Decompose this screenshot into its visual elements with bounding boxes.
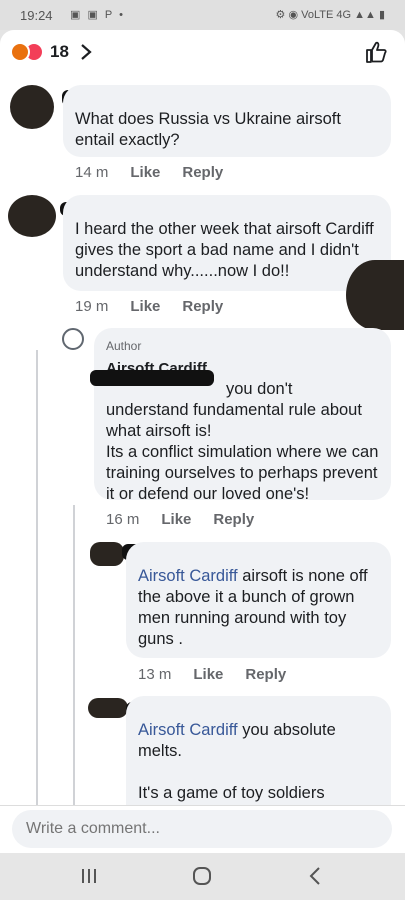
comment-time: 13 m bbox=[138, 666, 172, 683]
comment-bubble: Airsoft Cardiff you absolute melts. It's… bbox=[126, 696, 391, 805]
recent-apps-icon[interactable] bbox=[74, 865, 104, 887]
avatar[interactable] bbox=[8, 195, 56, 237]
comment-text: you don't understand fundamental rule ab… bbox=[106, 380, 379, 503]
chevron-right-icon[interactable] bbox=[80, 42, 92, 62]
comments-sheet: 18 What does Russia vs Ukraine airsoft e… bbox=[0, 30, 405, 805]
comment-time: 14 m bbox=[75, 164, 109, 181]
comment-bubble: Airsoft Cardiff airsoft is none off the … bbox=[126, 542, 391, 658]
comment-text: Airsoft Cardiff airsoft is none off the … bbox=[138, 567, 373, 648]
thumbs-up-icon[interactable] bbox=[365, 40, 387, 64]
status-time: 19:24 bbox=[20, 8, 53, 23]
thread-line bbox=[36, 350, 38, 805]
reaction-count[interactable]: 18 bbox=[50, 42, 69, 62]
reactions-header: 18 bbox=[0, 30, 405, 74]
notification-icons: ▣ ▣ P • bbox=[70, 9, 125, 21]
comment-text: Airsoft Cardiff you absolute melts. It's… bbox=[138, 721, 336, 802]
thread-line bbox=[73, 505, 75, 805]
avatar[interactable] bbox=[90, 542, 124, 566]
system-status-icons: ⚙ ◉ VoLTE 4G ▲▲ ▮ bbox=[275, 9, 385, 21]
mention-link[interactable]: Airsoft Cardiff bbox=[138, 721, 238, 739]
reply-link[interactable]: Reply bbox=[245, 666, 286, 683]
like-link[interactable]: Like bbox=[130, 298, 160, 315]
author-badge: Author bbox=[106, 339, 142, 353]
comment-bubble: I heard the other week that airsoft Card… bbox=[63, 195, 391, 291]
comment-bubble: Author Airsoft Cardiff you don't underst… bbox=[94, 328, 391, 503]
comment-meta: 14 m Like Reply bbox=[75, 164, 245, 181]
comment-input[interactable] bbox=[12, 810, 392, 848]
avatar[interactable] bbox=[10, 85, 54, 129]
like-link[interactable]: Like bbox=[193, 666, 223, 683]
back-icon[interactable] bbox=[300, 865, 330, 887]
comment-composer bbox=[0, 805, 405, 853]
page-avatar[interactable] bbox=[62, 328, 84, 350]
like-link[interactable]: Like bbox=[130, 164, 160, 181]
like-link[interactable]: Like bbox=[161, 511, 191, 528]
comment-time: 16 m bbox=[106, 511, 140, 528]
reaction-icons[interactable] bbox=[10, 42, 48, 62]
redacted-name bbox=[90, 370, 214, 386]
reply-link[interactable]: Reply bbox=[182, 298, 223, 315]
status-bar: 19:24 ▣ ▣ P • ⚙ ◉ VoLTE 4G ▲▲ ▮ bbox=[0, 0, 405, 30]
comment-meta: 16 m Like Reply bbox=[106, 511, 276, 528]
comment-meta: 19 m Like Reply bbox=[75, 298, 245, 315]
comment-text: I heard the other week that airsoft Card… bbox=[75, 220, 379, 280]
comment-bubble: What does Russia vs Ukraine airsoft enta… bbox=[63, 85, 391, 157]
comment-time: 19 m bbox=[75, 298, 109, 315]
comment-text: What does Russia vs Ukraine airsoft enta… bbox=[75, 110, 346, 149]
system-nav-bar bbox=[0, 853, 405, 900]
comment-meta: 13 m Like Reply bbox=[138, 666, 308, 683]
home-icon[interactable] bbox=[187, 865, 217, 887]
reply-link[interactable]: Reply bbox=[182, 164, 223, 181]
angry-icon bbox=[10, 42, 30, 62]
mention-link[interactable]: Airsoft Cardiff bbox=[138, 567, 238, 585]
avatar[interactable] bbox=[346, 260, 404, 330]
reply-link[interactable]: Reply bbox=[213, 511, 254, 528]
avatar[interactable] bbox=[88, 698, 128, 718]
